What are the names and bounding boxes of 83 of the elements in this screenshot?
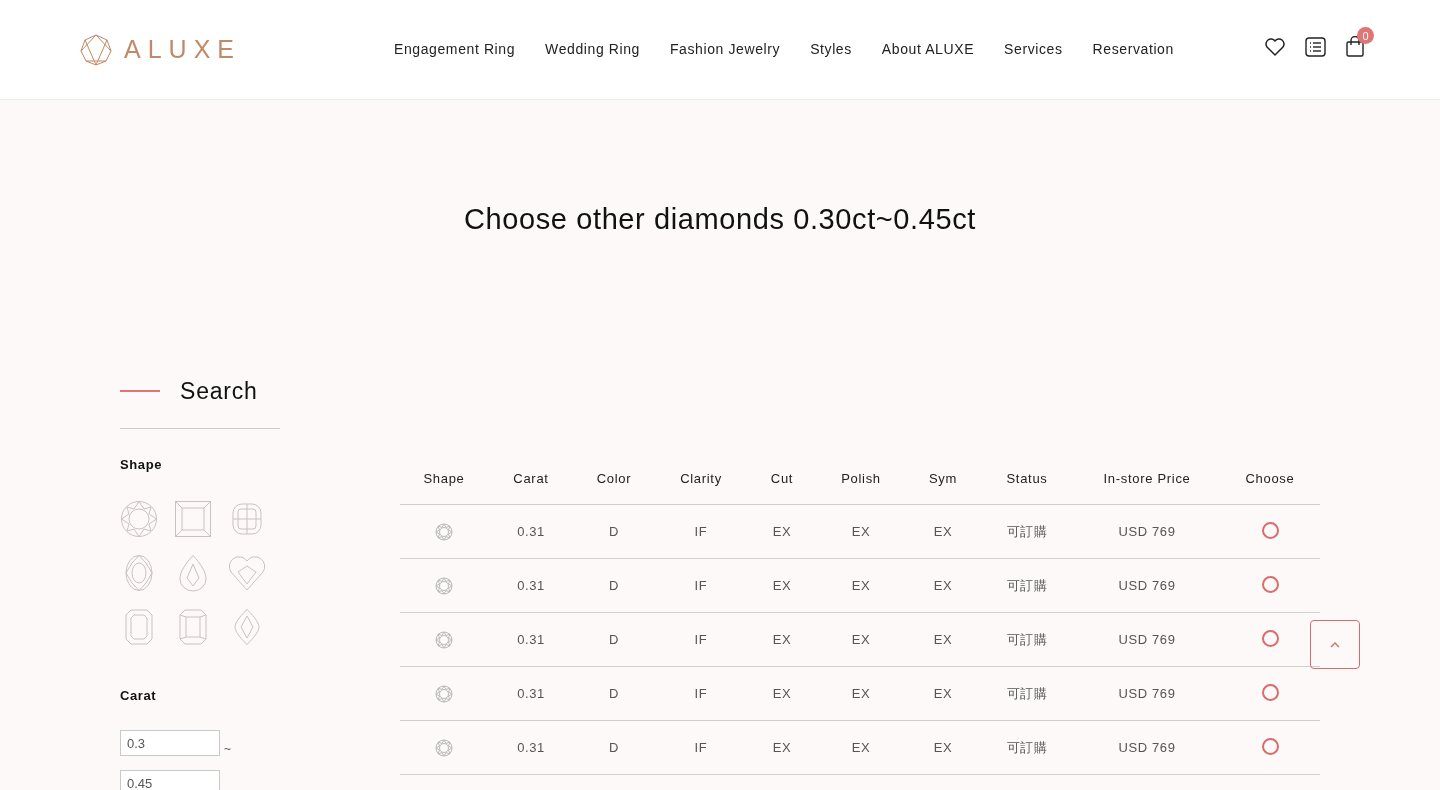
column-header: Sym: [928, 470, 958, 486]
table-cell: EX: [851, 524, 871, 539]
table-cell: EX: [933, 740, 953, 755]
table-cell: 可訂購: [1006, 577, 1048, 593]
table-cell: EX: [772, 632, 792, 647]
table-cell: 可訂購: [1006, 523, 1048, 539]
table-cell: EX: [772, 524, 792, 539]
nav-link[interactable]: Reservation: [1092, 40, 1174, 57]
table-cell: 0.31: [517, 686, 545, 701]
round-diamond-icon: [435, 684, 453, 703]
table-cell: EX: [772, 578, 792, 593]
table-cell: 可訂購: [1006, 631, 1048, 647]
heart-icon[interactable]: [1265, 37, 1285, 56]
table-cell: D: [609, 740, 619, 755]
table-cell: IF: [694, 740, 708, 755]
radio-button[interactable]: [1261, 522, 1279, 540]
range-separator: ~: [224, 742, 231, 756]
table-cell: 0.31: [517, 740, 545, 755]
table-cell: USD 769: [1118, 632, 1176, 647]
carat-min-field[interactable]: 0.3: [120, 730, 220, 756]
table-cell: 0.31: [517, 578, 545, 593]
table-cell: USD 769: [1118, 578, 1176, 593]
column-header: Carat: [513, 470, 549, 486]
table-cell: IF: [694, 686, 708, 701]
column-header: Status: [1006, 470, 1048, 486]
table-cell: 可訂購: [1006, 685, 1048, 701]
carat-max-field[interactable]: 0.45: [120, 770, 220, 790]
logo-icon: [80, 33, 112, 66]
table-cell: EX: [851, 740, 871, 755]
table-cell: IF: [694, 524, 708, 539]
nav-link[interactable]: Styles: [810, 40, 852, 57]
table-cell: USD 769: [1118, 740, 1176, 755]
column-header: Color: [596, 470, 632, 486]
column-header: In-store Price: [1103, 470, 1191, 486]
table-cell: EX: [851, 632, 871, 647]
column-header: Shape: [423, 470, 465, 486]
table-cell: EX: [772, 740, 792, 755]
table-cell: D: [609, 578, 619, 593]
scroll-to-top-button[interactable]: [1310, 620, 1360, 669]
round-diamond-icon: [435, 738, 453, 757]
table-cell: IF: [694, 632, 708, 647]
nav-link[interactable]: Engagement Ring: [394, 40, 516, 57]
radio-button[interactable]: [1261, 576, 1279, 594]
search-heading: Search: [180, 377, 258, 405]
table-cell: EX: [933, 686, 953, 701]
nav-link[interactable]: About ALUXE: [881, 40, 975, 57]
princess-diamond-icon[interactable]: [174, 500, 212, 538]
cart-count-badge: 0: [1357, 27, 1374, 44]
table-cell: 0.31: [517, 524, 545, 539]
column-header: Choose: [1245, 470, 1295, 486]
table-cell: EX: [851, 686, 871, 701]
table-cell: EX: [933, 632, 953, 647]
carat-label: Carat: [120, 688, 158, 703]
table-cell: EX: [933, 578, 953, 593]
nav-link[interactable]: Wedding Ring: [545, 40, 640, 57]
table-cell: EX: [851, 578, 871, 593]
radio-button[interactable]: [1261, 738, 1279, 756]
list-icon[interactable]: [1305, 36, 1326, 57]
table-cell: D: [609, 524, 619, 539]
table-cell: 可訂購: [1006, 739, 1048, 755]
table-cell: IF: [694, 578, 708, 593]
nav-link[interactable]: Fashion Jewelry: [669, 40, 781, 57]
round-diamond-icon: [435, 576, 453, 595]
table-cell: 0.31: [517, 632, 545, 647]
table-cell: D: [609, 686, 619, 701]
table-cell: EX: [772, 686, 792, 701]
shopping-bag-icon[interactable]: [1346, 36, 1364, 57]
table-cell: USD 769: [1118, 686, 1176, 701]
caret-up-icon: [1330, 641, 1340, 648]
page-title: Choose other diamonds 0.30ct~0.45ct: [463, 202, 977, 237]
radio-button[interactable]: [1261, 684, 1279, 702]
round-diamond-icon: [435, 522, 453, 541]
table-cell: EX: [933, 524, 953, 539]
round-diamond-icon[interactable]: [120, 500, 158, 538]
column-header: Clarity: [680, 470, 722, 486]
column-header: Cut: [770, 470, 794, 486]
table-cell: D: [609, 632, 619, 647]
table-cell: USD 769: [1118, 524, 1176, 539]
column-header: Polish: [841, 470, 881, 486]
nav-link[interactable]: Services: [1004, 40, 1063, 57]
round-diamond-icon: [435, 630, 453, 649]
shape-label: Shape: [120, 457, 163, 472]
radio-button[interactable]: [1261, 630, 1279, 648]
